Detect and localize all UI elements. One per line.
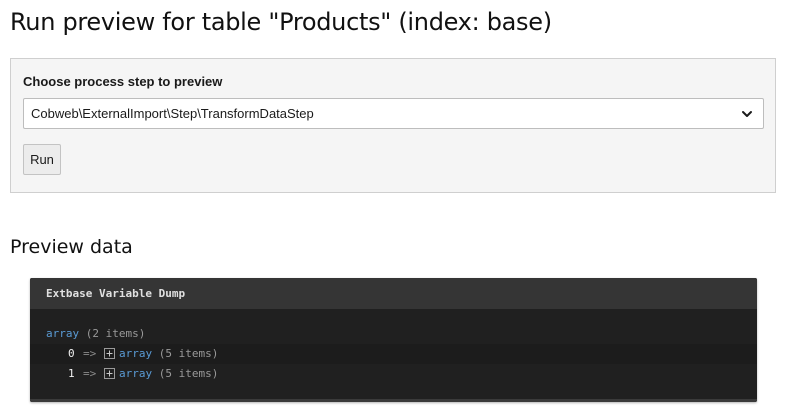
variable-dump-header: Extbase Variable Dump [30, 278, 757, 309]
dump-row-count: (5 items) [158, 367, 219, 380]
run-button[interactable]: Run [23, 144, 61, 175]
page-title: Run preview for table "Products" (index:… [10, 8, 552, 36]
process-step-select-value: Cobweb\ExternalImport\Step\TransformData… [31, 106, 314, 121]
plus-box-icon[interactable] [104, 348, 115, 359]
variable-dump: Extbase Variable Dump array (2 items) 0 … [30, 278, 757, 402]
variable-dump-title: Extbase Variable Dump [46, 287, 186, 300]
dump-row[interactable]: 0 => array (5 items) [30, 344, 757, 364]
dump-root-type: array [46, 327, 80, 340]
process-step-select[interactable]: Cobweb\ExternalImport\Step\TransformData… [23, 98, 764, 129]
dump-row-value[interactable]: array (5 items) [119, 347, 218, 361]
dump-row-key: 0 [68, 347, 75, 360]
process-step-panel: Choose process step to preview Cobweb\Ex… [10, 58, 776, 193]
dump-row-arrow: => [83, 367, 97, 380]
dump-row-key: 1 [68, 367, 75, 380]
process-step-label: Choose process step to preview [23, 74, 223, 89]
dump-root-count: (2 items) [85, 327, 146, 340]
dump-row-arrow: => [83, 347, 97, 360]
dump-row-value[interactable]: array (5 items) [119, 367, 218, 381]
dump-root-entry: array (2 items) [46, 327, 145, 341]
variable-dump-bottom-edge [30, 399, 757, 402]
dump-row[interactable]: 1 => array (5 items) [30, 364, 757, 384]
plus-box-icon[interactable] [104, 368, 115, 379]
dump-row-type: array [119, 347, 153, 360]
dump-row-count: (5 items) [158, 347, 219, 360]
dump-row-type: array [119, 367, 153, 380]
preview-data-title: Preview data [10, 236, 133, 258]
chevron-down-icon [742, 111, 752, 117]
